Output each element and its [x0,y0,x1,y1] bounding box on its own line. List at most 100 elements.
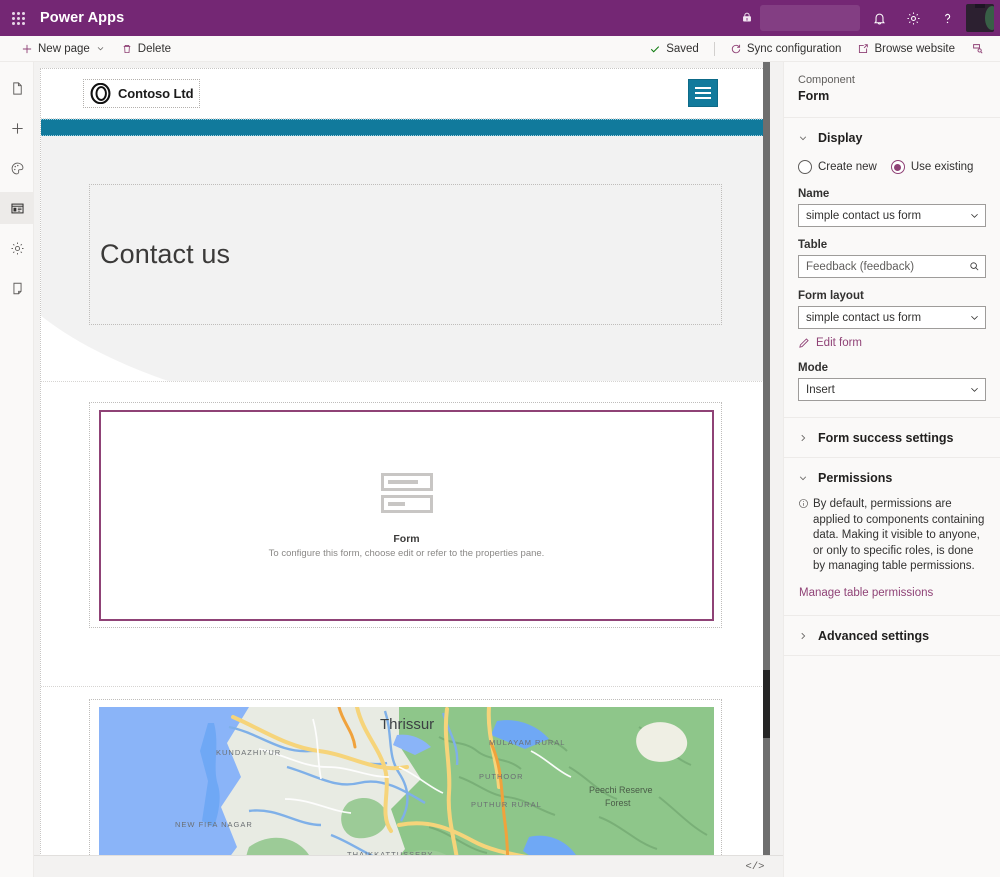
help-icon[interactable] [930,0,964,36]
chevron-down-icon [967,384,981,395]
properties-header: Component Form [784,62,1000,118]
divider [713,41,715,56]
radio-use-existing-label: Use existing [910,161,974,173]
form-icon [380,472,433,513]
form-placeholder-description: To configure this form, choose edit or r… [268,547,545,559]
mode-value: Insert [806,383,835,396]
radio-create-new[interactable]: Create new [798,160,877,174]
radio-use-existing[interactable]: Use existing [890,160,974,174]
form-section: Form To configure this form, choose edit… [41,382,764,687]
map-section-block[interactable]: Thrissur KUNDAZHIYUR MULAYAM RURAL PUTHO… [89,699,722,855]
hamburger-menu-icon[interactable] [688,79,718,107]
command-bar-right: Saved Sync configuration Browse website [642,37,1000,61]
delete-label: Delete [137,42,172,55]
command-bar: New page Delete Saved Sync configuration… [0,36,1000,62]
name-dropdown-value: simple contact us form [806,209,922,222]
plus-icon [22,44,32,53]
trash-icon [123,44,131,53]
user-avatar[interactable] [966,4,994,32]
browse-website-button[interactable]: Browse website [850,37,962,61]
form-component[interactable]: Form To configure this form, choose edit… [99,410,714,621]
info-icon [798,498,809,515]
design-canvas[interactable]: Contoso Ltd Contact us Form To configure… [34,62,783,855]
site-navbar[interactable] [41,119,764,136]
site-header: Contoso Ltd [41,69,764,119]
section-permissions-body: By default, permissions are applied to c… [784,497,1000,615]
edit-form-link[interactable]: Edit form [798,337,986,349]
form-section-block[interactable]: Form To configure this form, choose edit… [89,402,722,628]
environment-icon[interactable] [734,0,760,36]
component-kicker: Component [798,74,855,86]
svg-text:PUTHUR RURAL: PUTHUR RURAL [471,800,542,809]
svg-text:Peechi Reserve: Peechi Reserve [589,785,653,795]
palette-icon [11,162,23,174]
sidebar-item-add-component[interactable] [0,112,34,144]
pin-pane-icon[interactable] [964,37,990,61]
delete-button[interactable]: Delete [114,37,178,61]
components-icon [10,203,24,213]
chevron-down-icon [97,47,104,51]
table-search-value: Feedback (feedback) [806,260,915,273]
hero-content-block[interactable]: Contact us [89,184,722,325]
sidebar-item-device-preview[interactable] [0,272,34,304]
code-icon[interactable]: </> [743,856,767,877]
sync-configuration-button[interactable]: Sync configuration [723,37,849,61]
sidebar-item-pages[interactable] [0,72,34,104]
svg-text:MULAYAM RURAL: MULAYAM RURAL [489,738,565,747]
svg-text:KUNDAZHIYUR: KUNDAZHIYUR [216,748,281,757]
properties-pane: Component Form Display Create new Use ex… [783,62,1000,877]
canvas-scrollbar[interactable] [763,62,770,855]
page-title: Contact us [100,239,231,269]
section-advanced-header[interactable]: Advanced settings [784,616,1000,655]
permissions-note: By default, permissions are applied to c… [813,498,985,572]
gear-icon [11,242,23,254]
chevron-right-icon [798,631,808,641]
gear-icon[interactable] [896,0,930,36]
sidebar-item-settings[interactable] [0,232,34,264]
section-display: Display Create new Use existing Name sim… [784,118,1000,418]
left-rail [0,62,34,877]
plus-icon [11,122,23,134]
table-field-label: Table [798,239,828,251]
section-display-header[interactable]: Display [784,118,1000,157]
hero-section: Contact us [41,136,764,382]
section-advanced-label: Advanced settings [818,628,930,643]
section-permissions-label: Permissions [818,471,893,485]
form-layout-label: Form layout [798,290,864,302]
section-form-success-label: Form success settings [818,431,954,445]
manage-table-permissions-link[interactable]: Manage table permissions [798,587,986,599]
section-form-success: Form success settings [784,418,1000,458]
environment-selector[interactable] [760,5,860,31]
status-bar: </> [34,855,783,877]
waffle-icon[interactable] [0,0,36,36]
svg-text:PUTHOOR: PUTHOOR [479,772,524,781]
power-apps-window: Power Apps New page Delete Saved Sync co… [0,0,1000,877]
bell-icon[interactable] [862,0,896,36]
page-icon [12,81,22,95]
sidebar-item-components[interactable] [0,192,34,224]
section-display-body: Create new Use existing Name simple cont… [784,160,1000,417]
new-page-label: New page [38,42,90,55]
name-dropdown[interactable]: simple contact us form [798,204,986,227]
sync-label: Sync configuration [746,42,842,55]
website-page: Contoso Ltd Contact us Form To configure… [40,68,765,855]
chevron-down-icon [798,133,808,143]
canvas-scrollbar-thumb[interactable] [763,670,770,738]
sync-icon [731,44,741,53]
search-icon[interactable] [967,261,981,272]
mode-dropdown[interactable]: Insert [798,378,986,401]
site-logo[interactable]: Contoso Ltd [83,79,201,108]
form-layout-dropdown[interactable]: simple contact us form [798,306,986,329]
edit-form-label: Edit form [816,337,863,349]
form-placeholder-title: Form [393,532,420,545]
sidebar-item-theme[interactable] [0,152,34,184]
radio-create-new-label: Create new [818,161,877,173]
section-permissions-header[interactable]: Permissions [784,458,1000,497]
command-bar-left: New page Delete [0,37,178,61]
section-form-success-header[interactable]: Form success settings [784,418,1000,457]
table-search-input[interactable]: Feedback (feedback) [798,255,986,278]
mode-field-label: Mode [798,362,829,374]
map-embed[interactable]: Thrissur KUNDAZHIYUR MULAYAM RURAL PUTHO… [99,707,714,855]
new-page-button[interactable]: New page [14,37,112,61]
svg-text:Forest: Forest [605,798,631,808]
